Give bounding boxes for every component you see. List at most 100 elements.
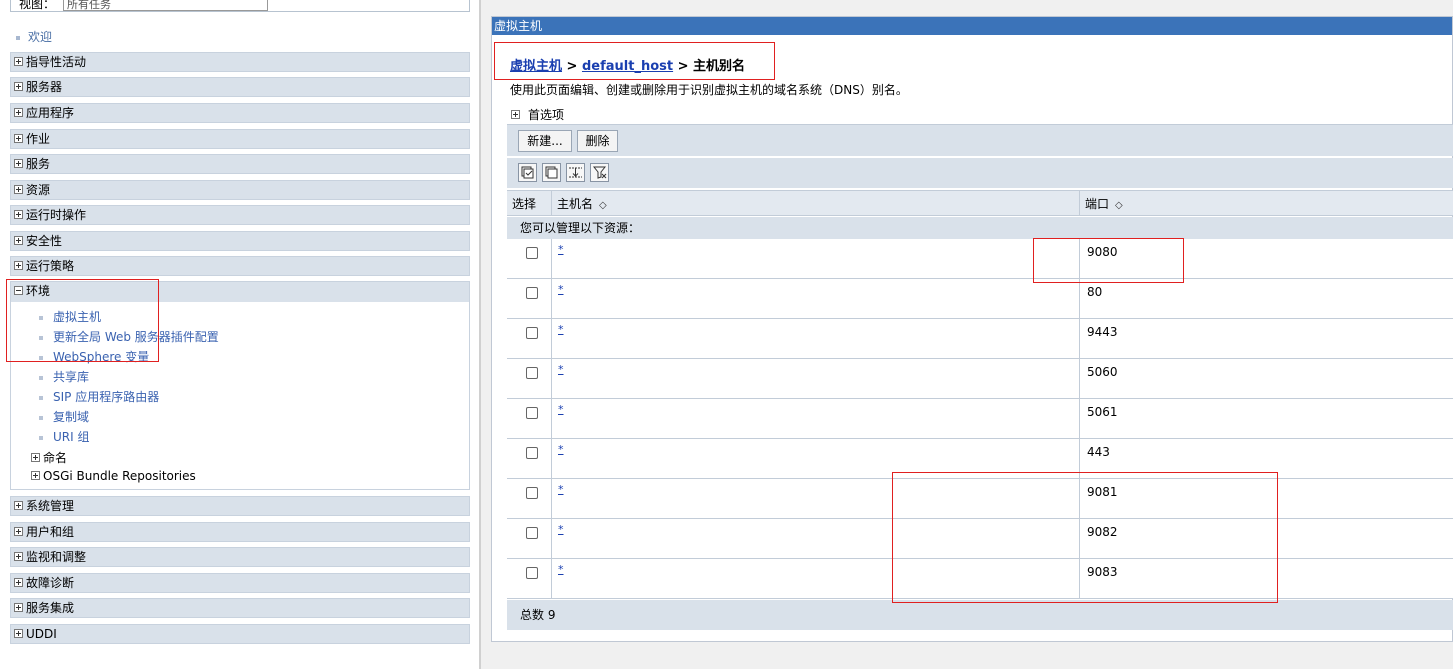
row-checkbox[interactable] <box>526 527 538 539</box>
nav-item-monitoring-tuning[interactable]: 监视和调整 <box>10 547 470 567</box>
column-header-port[interactable]: 端口 ◇ <box>1080 190 1453 216</box>
expand-icon[interactable] <box>14 578 23 587</box>
sort-icon[interactable]: ◇ <box>1115 193 1123 219</box>
host-link[interactable]: * <box>558 563 564 576</box>
expand-icon[interactable] <box>14 185 23 194</box>
expand-icon[interactable] <box>14 527 23 536</box>
nav-item-servers[interactable]: 服务器 <box>10 77 470 97</box>
nav-item-users-groups[interactable]: 用户和组 <box>10 522 470 542</box>
host-link[interactable]: * <box>558 523 564 536</box>
host-link[interactable]: * <box>558 483 564 496</box>
view-label: 视图： <box>19 0 56 11</box>
nav-item-uddi[interactable]: UDDI <box>10 624 470 644</box>
delete-button[interactable]: 删除 <box>577 130 618 152</box>
port-value: 9443 <box>1087 325 1118 339</box>
host-link[interactable]: * <box>558 443 564 456</box>
expand-icon[interactable] <box>511 110 520 119</box>
select-all-icon[interactable] <box>518 163 537 182</box>
nav-link-virtual-hosts[interactable]: 虚拟主机 <box>39 308 101 325</box>
expand-icon[interactable] <box>14 236 23 245</box>
expand-icon[interactable] <box>14 501 23 510</box>
expand-icon[interactable] <box>14 629 23 638</box>
expand-icon[interactable] <box>14 159 23 168</box>
row-checkbox[interactable] <box>526 287 538 299</box>
nav-item-jobs[interactable]: 作业 <box>10 129 470 149</box>
expand-icon[interactable] <box>14 57 23 66</box>
nav-group-naming[interactable]: 命名 <box>31 449 67 466</box>
page-description: 使用此页面编辑、创建或删除用于识别虚拟主机的域名系统（DNS）别名。 <box>510 83 908 97</box>
sort-icon[interactable]: ◇ <box>599 193 607 219</box>
expand-icon[interactable] <box>31 471 40 480</box>
action-toolbar: 新建... 删除 <box>507 124 1453 156</box>
host-link[interactable]: * <box>558 323 564 336</box>
view-select[interactable]: 所有任务 <box>63 0 268 11</box>
column-header-host[interactable]: 主机名 ◇ <box>552 190 1080 216</box>
nav-item-security[interactable]: 安全性 <box>10 231 470 251</box>
row-checkbox[interactable] <box>526 487 538 499</box>
resource-note: 您可以管理以下资源： <box>507 217 1453 239</box>
link-label: 共享库 <box>53 370 90 384</box>
nav-item-environment[interactable]: 环境 <box>11 282 469 302</box>
port-value: 5060 <box>1087 365 1118 379</box>
expand-icon[interactable] <box>14 552 23 561</box>
host-link[interactable]: * <box>558 363 564 376</box>
show-filter-icon[interactable] <box>566 163 585 182</box>
expand-icon[interactable] <box>14 603 23 612</box>
nav-item-operational-policies[interactable]: 运行策略 <box>10 256 470 276</box>
host-link[interactable]: * <box>558 403 564 416</box>
host-link[interactable]: * <box>558 243 564 256</box>
host-link[interactable]: * <box>558 283 564 296</box>
welcome-link[interactable]: 欢迎 <box>16 28 52 45</box>
nav-item-runtime-operations[interactable]: 运行时操作 <box>10 205 470 225</box>
row-checkbox[interactable] <box>526 327 538 339</box>
port-value: 9081 <box>1087 485 1118 499</box>
port-value: 80 <box>1087 285 1103 299</box>
breadcrumb-separator: > <box>673 59 694 74</box>
breadcrumb-virtual-hosts-link[interactable]: 虚拟主机 <box>510 59 562 74</box>
row-checkbox[interactable] <box>526 367 538 379</box>
new-button[interactable]: 新建... <box>518 130 572 152</box>
nav-link-websphere-variables[interactable]: WebSphere 变量 <box>39 348 149 365</box>
breadcrumb-default-host-link[interactable]: default_host <box>582 59 673 74</box>
bullet-icon <box>39 375 43 380</box>
expand-icon[interactable] <box>14 108 23 117</box>
nav-link-shared-libraries[interactable]: 共享库 <box>39 368 89 385</box>
breadcrumb-separator: > <box>562 59 582 74</box>
row-checkbox[interactable] <box>526 447 538 459</box>
link-label: WebSphere 变量 <box>53 350 150 364</box>
table-row: * 5061 <box>507 399 1453 439</box>
nav-item-label: 环境 <box>26 284 51 298</box>
nav-item-services[interactable]: 服务 <box>10 154 470 174</box>
row-checkbox[interactable] <box>526 247 538 259</box>
nav-item-troubleshooting[interactable]: 故障诊断 <box>10 573 470 593</box>
nav-item-system-administration[interactable]: 系统管理 <box>10 496 470 516</box>
breadcrumb: 虚拟主机 > default_host > 主机别名 <box>510 55 745 74</box>
expand-icon[interactable] <box>14 210 23 219</box>
port-value: 443 <box>1087 445 1110 459</box>
expand-icon[interactable] <box>14 134 23 143</box>
table-total: 总数 9 <box>507 600 1453 630</box>
expand-icon[interactable] <box>14 82 23 91</box>
nav-group-osgi-bundle-repositories[interactable]: OSGi Bundle Repositories <box>31 469 196 483</box>
collapse-icon[interactable] <box>14 286 23 295</box>
nav-item-service-integration[interactable]: 服务集成 <box>10 598 470 618</box>
link-label: SIP 应用程序路由器 <box>53 390 160 404</box>
nav-link-update-plugin-config[interactable]: 更新全局 Web 服务器插件配置 <box>39 328 219 345</box>
nav-link-sip-router[interactable]: SIP 应用程序路由器 <box>39 388 159 405</box>
bullet-icon <box>39 435 43 440</box>
deselect-all-icon[interactable] <box>542 163 561 182</box>
row-checkbox[interactable] <box>526 407 538 419</box>
expand-icon[interactable] <box>14 261 23 270</box>
nav-item-guided-activities[interactable]: 指导性活动 <box>10 52 470 72</box>
nav-item-applications[interactable]: 应用程序 <box>10 103 470 123</box>
nav-item-resources[interactable]: 资源 <box>10 180 470 200</box>
expand-icon[interactable] <box>31 453 40 462</box>
nav-section-environment: 环境 虚拟主机 更新全局 Web 服务器插件配置 WebSphere 变量 共享… <box>10 281 470 490</box>
port-value: 9082 <box>1087 525 1118 539</box>
nav-link-uri-groups[interactable]: URI 组 <box>39 428 89 445</box>
row-checkbox[interactable] <box>526 567 538 579</box>
preferences-toggle[interactable]: 首选项 <box>511 106 564 123</box>
nav-link-replication-domains[interactable]: 复制域 <box>39 408 89 425</box>
group-label: 命名 <box>43 451 68 465</box>
clear-filter-icon[interactable] <box>590 163 609 182</box>
